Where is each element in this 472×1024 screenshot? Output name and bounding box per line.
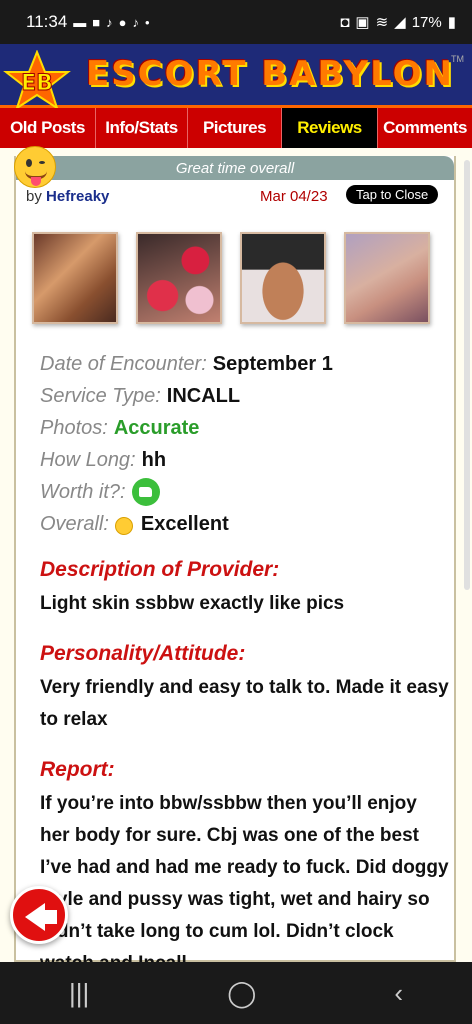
- field-value: September 1: [212, 352, 333, 375]
- tiktok-icon: ♪: [132, 14, 140, 30]
- by-prefix: by: [26, 188, 42, 205]
- battery-icon: ▮: [447, 14, 456, 31]
- photo-thumbnail[interactable]: [240, 232, 326, 324]
- vibrate-icon: ▣: [355, 14, 370, 31]
- dot-icon: •: [145, 14, 150, 30]
- field-value: INCALL: [166, 384, 241, 407]
- field-worth-it: Worth it?:: [40, 476, 450, 508]
- sms-icon: ▬: [73, 14, 87, 30]
- field-value: hh: [141, 448, 167, 471]
- review-date: Mar 04/23: [260, 188, 328, 205]
- thumbs-up-icon: [131, 478, 160, 506]
- tab-old-posts[interactable]: Old Posts: [0, 108, 96, 148]
- site-title: ESCORT BABYLON: [86, 54, 454, 94]
- logo-text: EB: [21, 71, 53, 96]
- section-title-report: Report:: [40, 758, 115, 781]
- battery-level: 17%: [411, 13, 442, 31]
- review-author[interactable]: Hefreaky: [46, 188, 109, 205]
- section-text-personality: Very friendly and easy to talk to. Made …: [40, 677, 449, 730]
- section-text-description: Light skin ssbbw exactly like pics: [40, 593, 345, 614]
- field-photos: Photos: Accurate: [40, 412, 450, 444]
- tab-info-stats[interactable]: Info/Stats: [96, 108, 188, 148]
- tab-reviews[interactable]: Reviews: [282, 108, 378, 148]
- review-headline: Great time overall: [16, 156, 454, 180]
- field-label: Worth it?:: [40, 480, 126, 503]
- section-text-report: If you’re into bbw/ssbbw then you’ll enj…: [40, 793, 449, 962]
- eb-logo-icon: EB: [3, 50, 71, 111]
- field-label: Overall:: [40, 512, 109, 535]
- trademark: TM: [451, 54, 464, 64]
- site-banner[interactable]: EB ESCORT BABYLON TM: [0, 44, 472, 111]
- field-label: Photos:: [40, 416, 108, 439]
- photo-thumbnail[interactable]: [344, 232, 430, 324]
- tiktok-icon: ♪: [106, 14, 113, 30]
- back-arrow-button[interactable]: [10, 886, 68, 944]
- tap-to-close-button[interactable]: Tap to Close: [346, 185, 439, 204]
- recent-apps-button[interactable]: |||: [69, 978, 89, 1009]
- photo-thumbnail[interactable]: [32, 232, 118, 324]
- smiley-icon: [114, 517, 133, 535]
- field-overall: Overall: Excellent: [40, 508, 450, 540]
- field-label: Date of Encounter:: [40, 352, 207, 375]
- field-how-long: How Long: hh: [40, 444, 450, 476]
- scrollbar[interactable]: [464, 160, 470, 590]
- review-photos: [32, 232, 432, 324]
- lock-icon: ■: [92, 14, 101, 30]
- nav-tabs: Old Posts Info/Stats Pictures Reviews Co…: [0, 108, 472, 148]
- review-byline: by Hefreaky: [26, 188, 109, 205]
- tongue-emoji-icon: [14, 146, 56, 188]
- signal-icon: ◢: [394, 14, 406, 31]
- field-label: How Long:: [40, 448, 136, 471]
- tab-pictures[interactable]: Pictures: [188, 108, 282, 148]
- tab-comments[interactable]: Comments: [378, 108, 472, 148]
- section-title-description: Description of Provider:: [40, 558, 280, 581]
- status-bar: 11:34 ▬ ■ ♪ ● ♪ • ◘ ▣ ≋ ◢ 17% ▮: [0, 0, 472, 44]
- wifi-icon: ≋: [375, 14, 389, 31]
- field-service-type: Service Type: INCALL: [40, 380, 450, 412]
- home-button[interactable]: ◯: [227, 978, 256, 1009]
- android-nav-bar: ||| ◯ ‹: [0, 962, 472, 1024]
- field-date-of-encounter: Date of Encounter: September 1: [40, 348, 450, 380]
- field-label: Service Type:: [40, 384, 161, 407]
- review-fields: Date of Encounter: September 1 Service T…: [40, 348, 450, 540]
- field-value: Excellent: [140, 512, 229, 535]
- messenger-icon: ●: [118, 14, 127, 30]
- section-title-personality: Personality/Attitude:: [40, 642, 246, 665]
- alarm-icon: ◘: [340, 13, 350, 31]
- photo-thumbnail[interactable]: [136, 232, 222, 324]
- back-button[interactable]: ‹: [394, 978, 403, 1009]
- status-time: 11:34: [26, 12, 68, 31]
- field-value: Accurate: [113, 416, 200, 439]
